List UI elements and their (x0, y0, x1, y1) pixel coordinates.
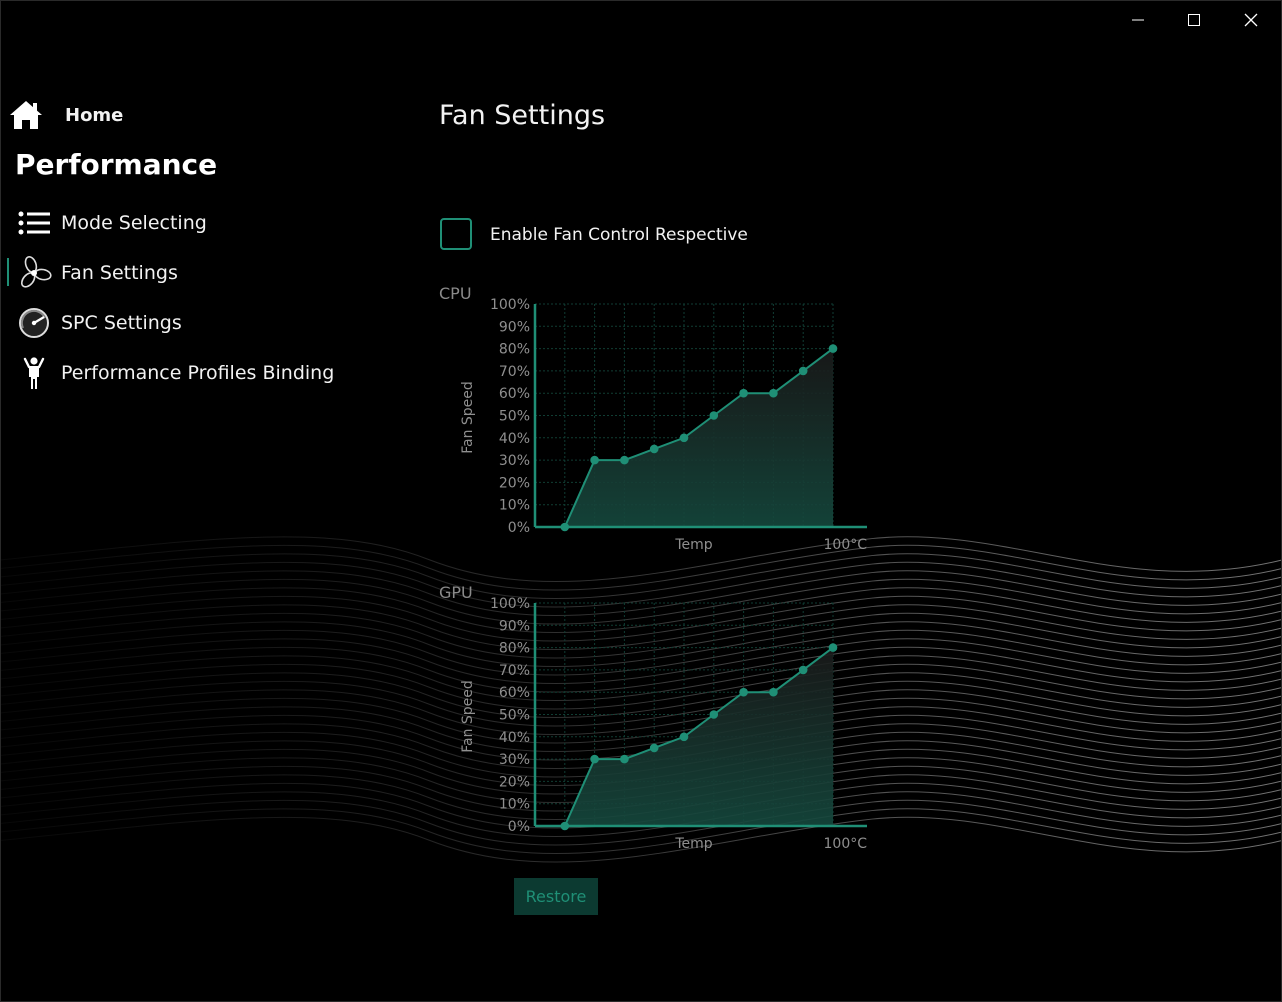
y-tick-label: 20% (499, 774, 530, 790)
maximize-button[interactable] (1171, 5, 1217, 35)
y-tick-label: 0% (508, 819, 530, 835)
curve-point[interactable] (709, 411, 719, 420)
sidebar-item-label: Performance Profiles Binding (61, 362, 335, 384)
sidebar-item-label: SPC Settings (61, 312, 182, 334)
curve-point[interactable] (709, 710, 719, 719)
person-icon (16, 355, 52, 391)
curve-point[interactable] (620, 455, 629, 465)
y-tick-label: 0% (508, 520, 530, 536)
close-button[interactable] (1228, 5, 1274, 35)
gauge-icon (16, 305, 52, 341)
sidebar-item-label: Mode Selecting (61, 212, 207, 234)
curve-point[interactable] (739, 687, 748, 697)
curve-point[interactable] (769, 687, 778, 697)
sidebar-item-spc-settings[interactable]: SPC Settings (16, 305, 182, 341)
y-tick-label: 90% (499, 618, 530, 634)
home-icon (8, 97, 44, 133)
list-icon (16, 205, 52, 241)
restore-button[interactable]: Restore (514, 878, 598, 915)
curve-point[interactable] (649, 743, 659, 753)
y-tick-label: 10% (499, 797, 530, 813)
curve-point[interactable] (560, 821, 570, 831)
curve-area (564, 647, 833, 826)
y-tick-label: 60% (499, 685, 530, 701)
active-indicator (7, 258, 9, 286)
y-tick-label: 90% (499, 319, 530, 335)
curve-point[interactable] (739, 388, 748, 398)
fan-control-checkbox[interactable] (440, 218, 472, 250)
y-axis-label: Fan Speed (460, 680, 476, 753)
curve-point[interactable] (560, 522, 570, 532)
sidebar-item-fan-settings[interactable]: Fan Settings (16, 255, 178, 291)
y-tick-label: 40% (499, 730, 530, 746)
curve-point[interactable] (679, 433, 689, 443)
curve-point[interactable] (769, 388, 778, 398)
y-tick-label: 80% (499, 342, 530, 358)
gpu-fan-curve-chart[interactable]: 0% 10% 20% 30% 40% 50% 60% 70% 80% 90% 100% Fan Spe… (430, 593, 880, 855)
y-tick-label: 80% (499, 641, 530, 657)
y-tick-label: 30% (499, 752, 530, 768)
curve-area (564, 348, 833, 527)
page-title: Fan Settings (439, 100, 606, 131)
y-tick-label: 30% (499, 453, 530, 469)
x-axis-label: Temp (674, 537, 712, 553)
curve-point[interactable] (679, 732, 689, 742)
curve-point[interactable] (649, 444, 659, 454)
maximize-icon (1188, 14, 1200, 26)
y-tick-label: 70% (499, 364, 530, 380)
x-end-label: 100°C (824, 537, 868, 553)
y-tick-label: 100% (490, 596, 530, 612)
close-icon (1244, 13, 1258, 27)
x-end-label: 100°C (824, 836, 868, 852)
minimize-icon (1132, 14, 1144, 26)
curve-point[interactable] (798, 366, 808, 376)
curve-point[interactable] (620, 754, 629, 764)
y-tick-label: 20% (499, 475, 530, 491)
cpu-fan-curve-chart[interactable]: 0% 10% 20% 30% 40% 50% 60% 70% 80% 90% 100% Fan Spe… (430, 294, 880, 556)
home-link[interactable]: Home (8, 97, 123, 133)
home-label: Home (65, 104, 124, 126)
sidebar-item-performance-profiles-binding[interactable]: Performance Profiles Binding (16, 355, 334, 391)
y-tick-label: 40% (499, 431, 530, 447)
curve-point[interactable] (828, 643, 838, 652)
fan-control-checkbox-label: Enable Fan Control Respective (490, 225, 748, 245)
section-title: Performance (15, 148, 218, 181)
x-axis-label: Temp (674, 836, 712, 852)
minimize-button[interactable] (1115, 5, 1161, 35)
y-tick-label: 100% (490, 297, 530, 313)
y-tick-label: 60% (499, 386, 530, 402)
fan-icon (16, 255, 52, 291)
sidebar-item-label: Fan Settings (61, 262, 178, 284)
curve-point[interactable] (590, 754, 599, 764)
sidebar-item-mode-selecting[interactable]: Mode Selecting (16, 205, 207, 241)
y-axis-label: Fan Speed (460, 381, 476, 454)
y-tick-label: 70% (499, 663, 530, 679)
curve-point[interactable] (798, 665, 808, 675)
y-tick-label: 50% (499, 708, 530, 724)
curve-point[interactable] (828, 344, 838, 353)
y-tick-label: 10% (499, 498, 530, 514)
y-tick-label: 50% (499, 409, 530, 425)
curve-point[interactable] (590, 455, 599, 465)
